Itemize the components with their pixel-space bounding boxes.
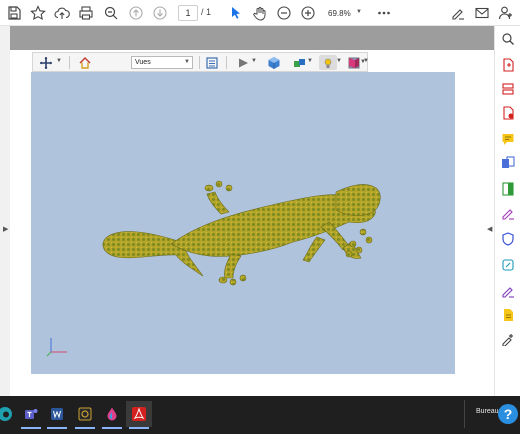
axis-triad [46, 338, 67, 357]
chevron-down-icon[interactable]: ▼ [336, 58, 342, 64]
creo-app-icon[interactable] [72, 401, 98, 429]
model-tree-icon[interactable] [204, 55, 220, 70]
views-label: Vues [135, 59, 151, 66]
home-view-icon[interactable] [77, 55, 93, 70]
protect-shield-icon[interactable] [501, 232, 515, 246]
help-icon[interactable]: ? [498, 404, 518, 424]
compress-pdf-icon[interactable] [501, 182, 515, 196]
zoom-out-icon[interactable] [274, 3, 294, 23]
comment-icon[interactable] [501, 132, 515, 146]
chevron-down-icon[interactable]: ▼ [251, 58, 257, 64]
select-cursor-icon[interactable] [226, 3, 246, 23]
zoom-in-icon[interactable] [298, 3, 318, 23]
save-icon[interactable] [4, 3, 24, 23]
edit-pdf-icon[interactable] [501, 258, 515, 272]
app-running-indicator [129, 427, 149, 429]
scan-ocr-icon[interactable] [501, 308, 515, 322]
sign-icon[interactable] [448, 3, 468, 23]
page-up-icon[interactable] [126, 3, 146, 23]
views-dropdown[interactable]: Vues ▼ [131, 56, 193, 69]
color-drop-app-icon[interactable] [99, 401, 125, 429]
word-icon[interactable] [44, 401, 70, 429]
zoom-level-dropdown[interactable]: 69.8% ▼ [322, 5, 366, 21]
fill-sign-icon[interactable] [501, 206, 515, 220]
desktop-label[interactable]: Bureau [476, 408, 499, 415]
chevron-down-icon[interactable]: ▼ [56, 58, 62, 64]
request-signature-icon[interactable] [501, 284, 515, 298]
print-icon[interactable] [76, 3, 96, 23]
chevron-down-icon[interactable]: ▼ [360, 59, 366, 65]
organize-pages-icon[interactable] [501, 82, 515, 96]
search-zoom-icon[interactable] [501, 32, 515, 46]
toolbar-separator [199, 56, 200, 69]
app-running-indicator [102, 427, 122, 429]
chevron-down-icon[interactable]: ▼ [307, 58, 313, 64]
star-icon[interactable] [28, 3, 48, 23]
taskbar-divider [464, 400, 465, 428]
right-panel-collapse-icon[interactable]: ◀ [487, 225, 492, 233]
main-toolbar: 1 / 1 69.8% ▼ [0, 0, 520, 26]
teams-icon[interactable] [18, 401, 44, 429]
add-user-icon[interactable] [496, 3, 516, 23]
left-panel-expand-icon[interactable]: ▶ [3, 225, 8, 233]
zoom-value: 69.8% [328, 8, 351, 18]
tools-panel [494, 26, 520, 396]
chevron-down-icon: ▼ [184, 59, 190, 65]
app-running-indicator [21, 427, 41, 429]
play-animation-icon[interactable] [236, 55, 250, 70]
chevron-down-icon: ▼ [356, 9, 362, 15]
combine-files-icon[interactable] [501, 156, 515, 170]
app-running-indicator [75, 427, 95, 429]
app-running-indicator [47, 427, 67, 429]
page-header-band [10, 26, 494, 50]
edge-icon[interactable] [0, 401, 18, 427]
3d-viewport[interactable] [31, 72, 455, 374]
hand-tool-icon[interactable] [250, 3, 270, 23]
more-tools-icon[interactable] [501, 332, 515, 347]
create-pdf-icon[interactable] [501, 58, 515, 72]
page-down-icon[interactable] [150, 3, 170, 23]
windows-taskbar: ? [0, 396, 520, 434]
page-separator: / 1 [201, 7, 212, 17]
page-number-input[interactable]: 1 [178, 5, 198, 21]
acrobat-icon[interactable] [126, 401, 152, 429]
gecko-3d-model [46, 180, 381, 357]
toolbar-separator [69, 56, 70, 69]
page-total: 1 [206, 7, 212, 17]
projection-cube-icon[interactable] [266, 55, 282, 70]
cloud-upload-icon[interactable] [52, 3, 72, 23]
rotate-tool-icon[interactable] [37, 55, 55, 70]
mail-icon[interactable] [472, 3, 492, 23]
3d-toolbar: ▼ Vues ▼ ▼ ▼ ▼ ▼ [32, 52, 369, 72]
zoom-search-icon[interactable] [101, 3, 121, 23]
more-options-icon[interactable] [374, 3, 394, 23]
toolbar-separator [226, 56, 227, 69]
lighting-icon[interactable] [319, 55, 337, 70]
export-pdf-icon[interactable] [501, 106, 515, 120]
